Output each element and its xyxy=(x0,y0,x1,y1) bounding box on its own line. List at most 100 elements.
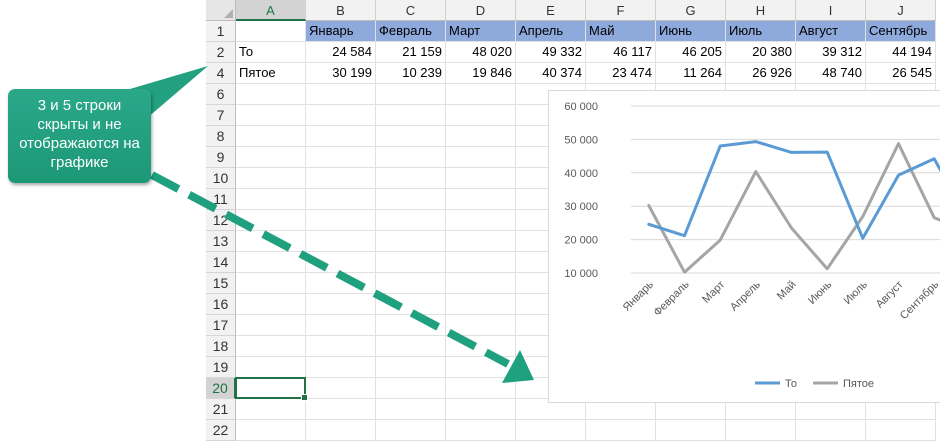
column-header-e[interactable]: E xyxy=(516,0,586,21)
value-cell[interactable]: 46 205 xyxy=(656,42,726,63)
cell[interactable] xyxy=(306,105,376,126)
month-header-cell[interactable]: Сентябрь xyxy=(866,21,936,42)
row-header-22[interactable]: 22 xyxy=(206,420,236,441)
cell[interactable] xyxy=(306,273,376,294)
cell[interactable] xyxy=(236,315,306,336)
cell[interactable] xyxy=(516,420,586,441)
cell[interactable] xyxy=(306,378,376,399)
month-header-cell[interactable]: Январь xyxy=(306,21,376,42)
cell[interactable] xyxy=(236,231,306,252)
cell[interactable] xyxy=(586,420,656,441)
row-header-9[interactable]: 9 xyxy=(206,147,236,168)
value-cell[interactable]: 30 199 xyxy=(306,63,376,84)
cell[interactable] xyxy=(446,294,516,315)
column-header-i[interactable]: I xyxy=(796,0,866,21)
row-header-21[interactable]: 21 xyxy=(206,399,236,420)
row-header-4[interactable]: 4 xyxy=(206,63,236,84)
cell[interactable] xyxy=(236,126,306,147)
column-header-j[interactable]: J xyxy=(866,0,936,21)
month-header-cell[interactable]: Февраль xyxy=(376,21,446,42)
row-header-17[interactable]: 17 xyxy=(206,315,236,336)
series-line-to[interactable] xyxy=(647,140,940,240)
cell[interactable] xyxy=(236,84,306,105)
cell[interactable] xyxy=(376,210,446,231)
select-all-corner[interactable] xyxy=(206,0,236,21)
cell[interactable] xyxy=(446,357,516,378)
cell[interactable] xyxy=(376,231,446,252)
cell[interactable] xyxy=(376,357,446,378)
month-header-cell[interactable]: Май xyxy=(586,21,656,42)
row-header-20[interactable]: 20 xyxy=(206,378,236,399)
cell[interactable] xyxy=(446,105,516,126)
value-cell[interactable]: 48 740 xyxy=(796,63,866,84)
cell[interactable] xyxy=(236,336,306,357)
cell[interactable] xyxy=(306,168,376,189)
cell[interactable] xyxy=(306,189,376,210)
cell[interactable] xyxy=(236,420,306,441)
month-header-cell[interactable]: Август xyxy=(796,21,866,42)
cell[interactable] xyxy=(446,126,516,147)
month-header-cell[interactable]: Апрель xyxy=(516,21,586,42)
cell[interactable] xyxy=(306,126,376,147)
column-header-a[interactable]: A xyxy=(236,0,306,21)
cell[interactable] xyxy=(376,273,446,294)
cell[interactable] xyxy=(446,420,516,441)
cell[interactable] xyxy=(376,105,446,126)
cell[interactable] xyxy=(306,336,376,357)
cell[interactable] xyxy=(446,336,516,357)
cell[interactable] xyxy=(236,210,306,231)
cell[interactable] xyxy=(376,336,446,357)
value-cell[interactable]: 23 474 xyxy=(586,63,656,84)
cell[interactable] xyxy=(306,294,376,315)
value-cell[interactable]: 10 239 xyxy=(376,63,446,84)
value-cell[interactable]: 11 264 xyxy=(656,63,726,84)
cell[interactable] xyxy=(446,168,516,189)
cell[interactable] xyxy=(236,357,306,378)
cell[interactable] xyxy=(446,231,516,252)
cell[interactable] xyxy=(866,420,936,441)
cell[interactable] xyxy=(306,420,376,441)
cell[interactable] xyxy=(376,252,446,273)
row-header-8[interactable]: 8 xyxy=(206,126,236,147)
value-cell[interactable]: 44 194 xyxy=(866,42,936,63)
cell[interactable] xyxy=(446,84,516,105)
cell[interactable] xyxy=(446,147,516,168)
value-cell[interactable]: 40 374 xyxy=(516,63,586,84)
month-header-cell[interactable]: Июнь xyxy=(656,21,726,42)
cell[interactable] xyxy=(376,315,446,336)
row-header-7[interactable]: 7 xyxy=(206,105,236,126)
row-header-18[interactable]: 18 xyxy=(206,336,236,357)
cell[interactable] xyxy=(656,420,726,441)
cell[interactable] xyxy=(236,105,306,126)
cell[interactable] xyxy=(306,84,376,105)
month-header-cell[interactable]: Июль xyxy=(726,21,796,42)
cell[interactable] xyxy=(236,294,306,315)
cell[interactable] xyxy=(376,126,446,147)
cell[interactable] xyxy=(306,147,376,168)
cell[interactable] xyxy=(236,21,306,42)
row-header-11[interactable]: 11 xyxy=(206,189,236,210)
series-line-pyatoe[interactable] xyxy=(647,142,940,274)
cell[interactable] xyxy=(236,189,306,210)
column-header-c[interactable]: C xyxy=(376,0,446,21)
cell[interactable] xyxy=(376,294,446,315)
value-cell[interactable]: 26 926 xyxy=(726,63,796,84)
row-header-2[interactable]: 2 xyxy=(206,42,236,63)
cell[interactable] xyxy=(306,252,376,273)
value-cell[interactable]: 39 312 xyxy=(796,42,866,63)
value-cell[interactable]: 19 846 xyxy=(446,63,516,84)
cell[interactable] xyxy=(726,420,796,441)
value-cell[interactable]: 46 117 xyxy=(586,42,656,63)
value-cell[interactable]: 24 584 xyxy=(306,42,376,63)
row-header-1[interactable]: 1 xyxy=(206,21,236,42)
cell[interactable] xyxy=(236,147,306,168)
cell[interactable] xyxy=(446,399,516,420)
cell[interactable] xyxy=(306,231,376,252)
value-cell[interactable]: 26 545 xyxy=(866,63,936,84)
column-header-d[interactable]: D xyxy=(446,0,516,21)
column-header-b[interactable]: B xyxy=(306,0,376,21)
cell[interactable] xyxy=(306,315,376,336)
active-cell-a20[interactable] xyxy=(235,377,308,401)
value-cell[interactable]: 21 159 xyxy=(376,42,446,63)
row-header-19[interactable]: 19 xyxy=(206,357,236,378)
